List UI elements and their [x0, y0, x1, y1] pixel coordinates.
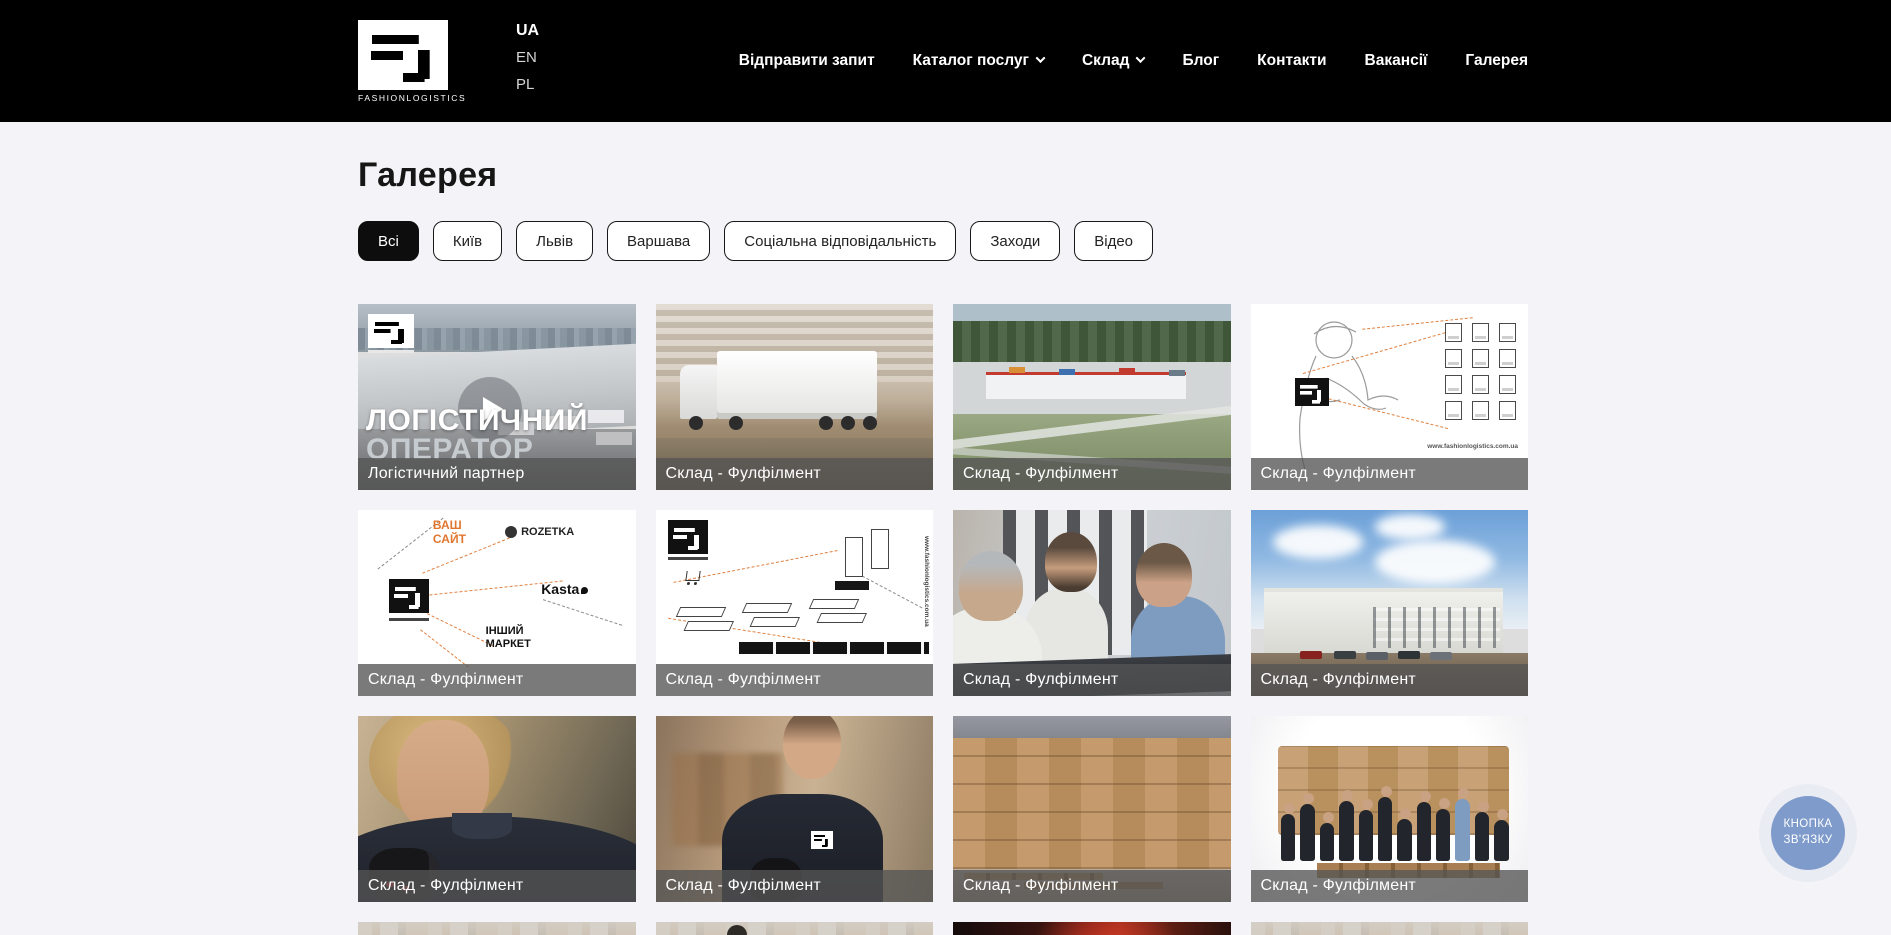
- fl-logo-icon: [811, 831, 833, 849]
- fl-logo-icon: [389, 579, 429, 613]
- main-content: Галерея Всі Київ Львів Варшава Соціальна…: [358, 122, 1528, 935]
- filter-kyiv[interactable]: Київ: [433, 221, 502, 261]
- gallery-item-image: [1251, 922, 1529, 935]
- gallery-item[interactable]: [1251, 922, 1529, 935]
- lang-en[interactable]: EN: [516, 44, 539, 71]
- video-overlay-title: ЛОГІСТИЧНИЙ ОПЕРАТОР: [366, 407, 588, 464]
- filter-social-responsibility[interactable]: Соціальна відповідальність: [724, 221, 956, 261]
- website-url-text: www.fashionlogistics.com.ua: [1427, 443, 1518, 450]
- nav-send-request[interactable]: Відправити запит: [739, 52, 875, 70]
- gallery-item-image: [953, 922, 1231, 935]
- filter-video[interactable]: Відео: [1074, 221, 1153, 261]
- gallery-item[interactable]: [358, 922, 636, 935]
- gallery-item[interactable]: www.fashionlogistics.com.ua Склад - Фулф…: [1251, 304, 1529, 490]
- website-url-text: www.fashionlogistics.com.ua: [923, 536, 930, 627]
- fl-logo-icon: [1295, 378, 1329, 406]
- nav-vacancies[interactable]: Вакансії: [1365, 52, 1428, 70]
- brand-name: FASHIONLOGISTICS: [358, 93, 450, 103]
- gallery-item-caption: Склад - Фулфілмент: [1251, 664, 1529, 696]
- chevron-down-icon: [1036, 53, 1046, 63]
- gallery-item-caption: Склад - Фулфілмент: [953, 664, 1231, 696]
- gallery-grid: ЛОГІСТИЧНИЙ ОПЕРАТОР Логістичний партнер…: [358, 304, 1528, 935]
- gallery-item-caption: Склад - Фулфілмент: [953, 870, 1231, 902]
- gallery-item-caption: Склад - Фулфілмент: [656, 664, 934, 696]
- gallery-item[interactable]: Склад - Фулфілмент: [953, 304, 1231, 490]
- diagram-label-kasta: Kasta: [541, 581, 588, 597]
- gallery-item[interactable]: [953, 922, 1231, 935]
- fl-logo-icon: [668, 520, 708, 554]
- gallery-item[interactable]: Склад - Фулфілмент: [1251, 716, 1529, 902]
- filter-events[interactable]: Заходи: [970, 221, 1060, 261]
- worker-sketch: [1256, 308, 1416, 478]
- page-title: Галерея: [358, 156, 1528, 195]
- gallery-item[interactable]: Склад - Фулфілмент: [1251, 510, 1529, 696]
- fl-logo-icon: [358, 20, 448, 90]
- diagram-label-rozetka: ROZETKA: [505, 526, 574, 538]
- gallery-item-image: [656, 922, 934, 935]
- main-nav: Відправити запит Каталог послуг Склад Бл…: [739, 52, 1528, 70]
- gallery-item-caption: Логістичний партнер: [358, 458, 636, 490]
- site-header: FASHIONLOGISTICS UA EN PL Відправити зап…: [0, 0, 1891, 122]
- gallery-filters: Всі Київ Львів Варшава Соціальна відпові…: [358, 221, 1528, 261]
- gallery-item-caption: Склад - Фулфілмент: [656, 870, 934, 902]
- lang-pl[interactable]: PL: [516, 71, 539, 98]
- filter-all[interactable]: Всі: [358, 221, 419, 261]
- rozetka-icon: [505, 526, 517, 538]
- lang-ua[interactable]: UA: [516, 17, 539, 44]
- gallery-item[interactable]: Склад - Фулфілмент: [953, 716, 1231, 902]
- nav-blog[interactable]: Блог: [1182, 52, 1219, 70]
- gallery-item[interactable]: Склад - Фулфілмент: [656, 304, 934, 490]
- language-switcher: UA EN PL: [516, 0, 539, 98]
- process-steps-bar: [739, 642, 929, 654]
- gallery-item[interactable]: Склад - Фулфілмент: [953, 510, 1231, 696]
- contact-button-label: КНОПКА ЗВ'ЯЗКУ: [1771, 796, 1845, 870]
- filter-lviv[interactable]: Львів: [516, 221, 593, 261]
- gallery-item-video[interactable]: ЛОГІСТИЧНИЙ ОПЕРАТОР Логістичний партнер: [358, 304, 636, 490]
- nav-contacts[interactable]: Контакти: [1257, 52, 1326, 70]
- gallery-item-caption: Склад - Фулфілмент: [358, 664, 636, 696]
- team-figures: [1281, 779, 1509, 861]
- nav-gallery[interactable]: Галерея: [1465, 52, 1528, 70]
- nav-warehouse[interactable]: Склад: [1082, 52, 1144, 70]
- fl-logo-icon: [368, 314, 414, 352]
- gallery-item-image: [358, 922, 636, 935]
- gallery-item-caption: Склад - Фулфілмент: [953, 458, 1231, 490]
- filter-warsaw[interactable]: Варшава: [607, 221, 710, 261]
- gallery-item-caption: Склад - Фулфілмент: [1251, 458, 1529, 490]
- gallery-item-caption: Склад - Фулфілмент: [358, 870, 636, 902]
- chevron-down-icon: [1136, 53, 1146, 63]
- gallery-item-caption: Склад - Фулфілмент: [656, 458, 934, 490]
- cart-icon: [685, 571, 700, 581]
- diagram-label-other-market: ІНШИЙ МАРКЕТ: [486, 625, 552, 650]
- gallery-item[interactable]: www.fashionlogistics.com.ua Склад - Фулф…: [656, 510, 934, 696]
- gallery-item[interactable]: Склад - Фулфілмент: [656, 716, 934, 902]
- gallery-item[interactable]: [656, 922, 934, 935]
- gallery-item[interactable]: ВАШ САЙТ ROZETKA Kasta ІНШИЙ МАРКЕТ Скла…: [358, 510, 636, 696]
- gallery-item-caption: Склад - Фулфілмент: [1251, 870, 1529, 902]
- diagram-label-your-site: ВАШ САЙТ: [433, 519, 485, 547]
- contact-floating-button[interactable]: КНОПКА ЗВ'ЯЗКУ: [1759, 784, 1857, 882]
- brand-logo[interactable]: FASHIONLOGISTICS: [358, 20, 450, 103]
- page: FASHIONLOGISTICS UA EN PL Відправити зап…: [0, 0, 1891, 935]
- nav-services-catalog[interactable]: Каталог послуг: [913, 52, 1044, 70]
- gallery-item[interactable]: Склад - Фулфілмент: [358, 716, 636, 902]
- floorplan-boxes: [1445, 323, 1516, 420]
